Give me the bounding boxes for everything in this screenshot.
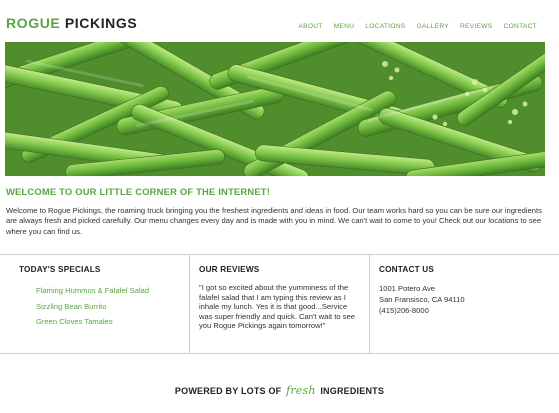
specials-list: Flaming Hummus & Falafel Salad Sizzling …	[19, 283, 189, 330]
nav-link-menu[interactable]: MENU	[334, 23, 355, 30]
special-item[interactable]: Flaming Hummus & Falafel Salad	[36, 283, 189, 299]
reviews-heading: OUR REVIEWS	[199, 265, 260, 274]
review-quote: "I got so excited about the yumminess of…	[199, 283, 355, 330]
special-item[interactable]: Sizzling Bean Burrito	[36, 299, 189, 315]
welcome-paragraph: Welcome to Rogue Pickings, the roaming t…	[6, 206, 542, 236]
contact-address-line2: San Fransisco, CA 94110	[379, 295, 465, 304]
reviews-column: OUR REVIEWS "I got so excited about the …	[190, 255, 370, 353]
nav-link-locations[interactable]: LOCATIONS	[365, 23, 405, 30]
footer-suffix: INGREDIENTS	[320, 386, 385, 396]
brand-word-pickings: PICKINGS	[64, 15, 138, 31]
footer-script-word: fresh	[286, 384, 316, 397]
contact-phone: (415)206-8000	[379, 306, 429, 315]
specials-heading: TODAY'S SPECIALS	[19, 265, 101, 274]
specials-column: TODAY'S SPECIALS Flaming Hummus & Falafe…	[0, 255, 190, 353]
welcome-heading: WELCOME TO OUR LITTLE CORNER OF THE INTE…	[6, 186, 271, 197]
contact-column: CONTACT US 1001 Potero Ave San Fransisco…	[370, 255, 559, 353]
site-header: ROGUE PICKINGS ABOUT MENU LOCATIONS GALL…	[0, 0, 559, 42]
main-nav: ABOUT MENU LOCATIONS GALLERY REVIEWS CON…	[298, 23, 537, 30]
contact-heading: CONTACT US	[379, 265, 435, 274]
brand-logo[interactable]: ROGUE PICKINGS	[6, 15, 137, 31]
contact-address-line1: 1001 Potero Ave	[379, 284, 436, 293]
footer-prefix: POWERED BY LOTS OF	[174, 386, 282, 396]
footer-tagline: POWERED BY LOTS OF fresh INGREDIENTS	[0, 384, 559, 397]
nav-link-about[interactable]: ABOUT	[298, 23, 322, 30]
hero-image-green-beans	[5, 42, 545, 176]
brand-word-rogue: ROGUE	[6, 15, 61, 31]
nav-link-contact[interactable]: CONTACT	[504, 23, 537, 30]
nav-link-reviews[interactable]: REVIEWS	[460, 23, 493, 30]
nav-link-gallery[interactable]: GALLERY	[417, 23, 449, 30]
info-columns: TODAY'S SPECIALS Flaming Hummus & Falafe…	[0, 254, 559, 354]
special-item[interactable]: Green Cloves Tamales	[36, 314, 189, 330]
